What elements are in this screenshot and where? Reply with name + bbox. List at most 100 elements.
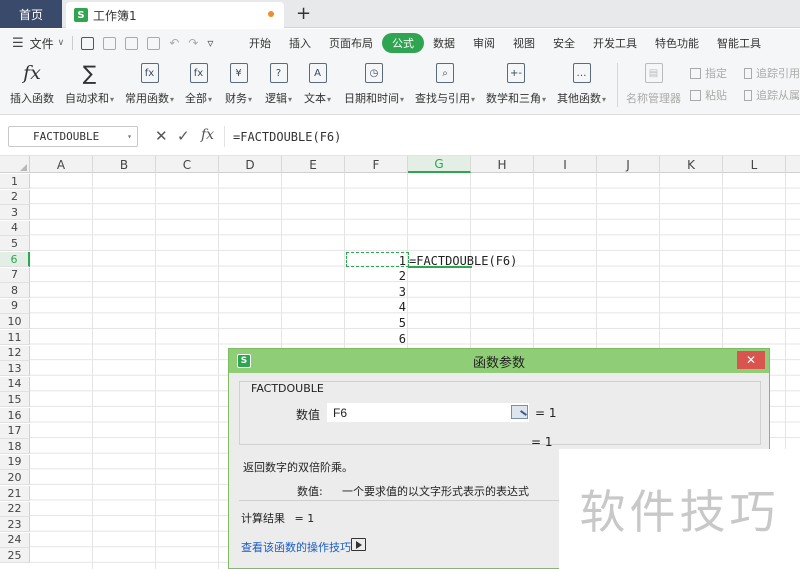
row-header[interactable]: 2 — [0, 189, 30, 205]
save-icon[interactable] — [81, 36, 95, 50]
row-header[interactable]: 17 — [0, 423, 30, 439]
column-header-b[interactable]: B — [93, 156, 156, 173]
row-header[interactable]: 24 — [0, 532, 30, 548]
paste-name-button[interactable]: 粘贴 — [690, 87, 727, 103]
row-header[interactable]: 20 — [0, 470, 30, 486]
column-header-h[interactable]: H — [471, 156, 534, 173]
cell-f10[interactable]: 5 — [346, 315, 406, 330]
file-menu[interactable]: 文件 ∨ — [30, 35, 65, 52]
new-tab-button[interactable]: + — [296, 3, 311, 24]
trace-precedents-button[interactable]: 追踪引用 — [744, 65, 800, 81]
menu-tab-review[interactable]: 审阅 — [464, 33, 504, 53]
hamburger-icon[interactable]: ☰ — [12, 36, 24, 51]
row-header[interactable]: 9 — [0, 298, 30, 314]
cell-g6[interactable]: =FACTDOUBLE(F6) — [409, 253, 517, 268]
column-header-f[interactable]: F — [345, 156, 408, 173]
finance-button[interactable]: ¥ 财务▾ — [225, 61, 252, 106]
dialog-title-bar[interactable]: S 函数参数 ✕ — [229, 349, 769, 373]
menu-tab-features[interactable]: 特色功能 — [646, 33, 708, 53]
insert-function-button[interactable]: fx 插入函数 — [10, 61, 54, 106]
row-header[interactable]: 10 — [0, 314, 30, 330]
customize-toolbar-icon[interactable]: ▿ — [207, 36, 213, 50]
dropdown-arrow-icon: ▾ — [208, 95, 213, 104]
row-header[interactable]: 7 — [0, 267, 30, 283]
tab-workbook[interactable]: S 工作簿1 — [66, 2, 284, 28]
row-header[interactable]: 23 — [0, 517, 30, 533]
common-functions-button[interactable]: fx 常用函数▾ — [125, 61, 174, 106]
confirm-formula-icon[interactable]: ✓ — [177, 127, 190, 145]
cell-f11[interactable]: 6 — [346, 331, 406, 346]
menu-tab-smart-tools[interactable]: 智能工具 — [708, 33, 770, 53]
cell-f8[interactable]: 3 — [346, 284, 406, 299]
math-trig-label: 数学和三角 — [486, 92, 541, 105]
insert-function-fx-icon[interactable]: fx — [201, 127, 214, 143]
row-header[interactable]: 21 — [0, 486, 30, 501]
menu-tab-home[interactable]: 开始 — [240, 33, 280, 53]
column-header-c[interactable]: C — [156, 156, 219, 173]
row-header[interactable]: 25 — [0, 548, 30, 564]
datetime-button[interactable]: ◷ 日期和时间▾ — [344, 61, 404, 106]
function-tips-link[interactable]: 查看该函数的操作技巧 — [241, 539, 351, 555]
trace-dependents-button[interactable]: 追踪从属 — [744, 87, 800, 103]
column-header-l[interactable]: L — [723, 156, 786, 173]
column-header-i[interactable]: I — [534, 156, 597, 173]
range-select-icon[interactable] — [511, 405, 528, 419]
video-play-icon[interactable] — [351, 538, 366, 551]
column-header-d[interactable]: D — [219, 156, 282, 173]
row-header[interactable]: 19 — [0, 454, 30, 470]
row-header[interactable]: 15 — [0, 392, 30, 408]
row-header[interactable]: 18 — [0, 439, 30, 455]
specify-button[interactable]: 指定 — [690, 65, 727, 81]
trace-dependents-label: 追踪从属 — [756, 89, 800, 102]
math-trig-button[interactable]: +- 数学和三角▾ — [486, 61, 546, 106]
row-header[interactable]: 16 — [0, 408, 30, 423]
row-header[interactable]: 4 — [0, 220, 30, 236]
column-header-e[interactable]: E — [282, 156, 345, 173]
cell-f9[interactable]: 4 — [346, 300, 406, 315]
menu-tab-page-layout[interactable]: 页面布局 — [320, 33, 382, 53]
menu-tab-data[interactable]: 数据 — [424, 33, 464, 53]
row-header[interactable]: 8 — [0, 283, 30, 299]
row-header[interactable]: 13 — [0, 361, 30, 377]
menu-tab-formulas[interactable]: 公式 — [382, 33, 424, 53]
autosum-button[interactable]: ∑ 自动求和▾ — [65, 61, 114, 106]
watermark: 软件技巧 — [559, 449, 800, 569]
lookup-reference-button[interactable]: ⌕ 查找与引用▾ — [415, 61, 475, 106]
menu-tab-developer[interactable]: 开发工具 — [584, 33, 646, 53]
cell-f6[interactable]: 1 — [346, 253, 406, 268]
menu-tab-view[interactable]: 视图 — [504, 33, 544, 53]
cancel-formula-icon[interactable]: ✕ — [155, 127, 168, 145]
menu-tab-insert[interactable]: 插入 — [280, 33, 320, 53]
print-icon[interactable] — [125, 36, 139, 50]
column-header-g[interactable]: G — [408, 156, 471, 173]
row-header[interactable]: 11 — [0, 330, 30, 345]
column-header-j[interactable]: J — [597, 156, 660, 173]
row-header-selected[interactable]: 6 — [0, 252, 30, 267]
row-header[interactable]: 1 — [0, 174, 30, 189]
name-box[interactable]: FACTDOUBLE ▾ — [8, 126, 138, 147]
row-header[interactable]: 3 — [0, 205, 30, 221]
name-manager-button[interactable]: ▤ 名称管理器 — [626, 61, 681, 106]
argument-input[interactable]: F6 — [327, 403, 529, 422]
logic-button[interactable]: ? 逻辑▾ — [265, 61, 292, 106]
text-button[interactable]: A 文本▾ — [304, 61, 331, 106]
print-preview-icon[interactable] — [147, 36, 161, 50]
undo-icon[interactable]: ↶ — [169, 36, 179, 50]
cell-f7[interactable]: 2 — [346, 269, 406, 284]
dialog-close-button[interactable]: ✕ — [737, 351, 765, 369]
argument-evaluated-value: = 1 — [535, 406, 557, 420]
select-all-corner[interactable] — [0, 156, 30, 173]
column-header-a[interactable]: A — [30, 156, 93, 173]
all-functions-button[interactable]: fx 全部▾ — [185, 61, 212, 106]
other-functions-button[interactable]: … 其他函数▾ — [557, 61, 606, 106]
tab-home[interactable]: 首页 — [0, 0, 62, 28]
menu-tab-security[interactable]: 安全 — [544, 33, 584, 53]
row-header[interactable]: 12 — [0, 345, 30, 361]
column-header-k[interactable]: K — [660, 156, 723, 173]
redo-icon[interactable]: ↷ — [188, 36, 198, 50]
export-icon[interactable] — [103, 36, 117, 50]
formula-input[interactable]: =FACTDOUBLE(F6) — [224, 126, 800, 147]
row-header[interactable]: 5 — [0, 236, 30, 252]
row-header[interactable]: 22 — [0, 501, 30, 517]
row-header[interactable]: 14 — [0, 376, 30, 392]
